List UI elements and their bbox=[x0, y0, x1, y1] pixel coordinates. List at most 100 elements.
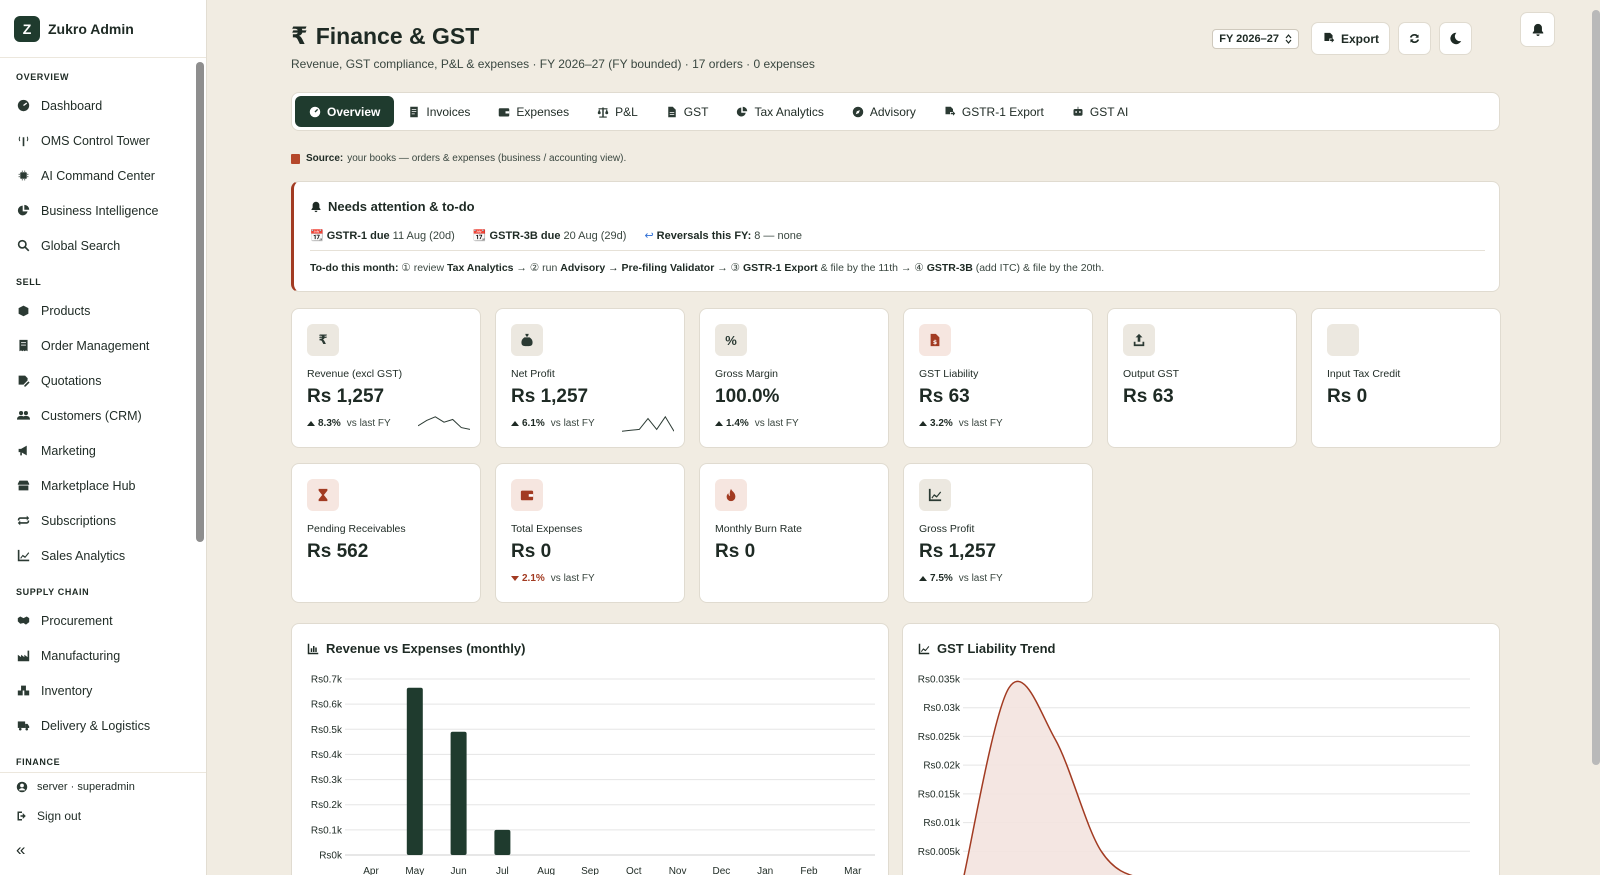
kpi-card-gst-liability[interactable]: $ GST Liability Rs 63 3.2% vs last FY bbox=[903, 308, 1093, 448]
kpi-trend-value: 7.5% bbox=[930, 573, 953, 584]
tab-overview[interactable]: Overview bbox=[295, 96, 395, 127]
nav-section-title: OVERVIEW bbox=[16, 72, 70, 82]
sidebar-item-marketing[interactable]: Marketing bbox=[0, 433, 196, 468]
kpi-trend: 2.1% vs last FY bbox=[511, 573, 595, 584]
refresh-button[interactable] bbox=[1398, 22, 1431, 55]
sidebar-item-products[interactable]: Products bbox=[0, 293, 196, 328]
kpi-value: Rs 0 bbox=[715, 541, 756, 562]
chart-title-text: GST Liability Trend bbox=[937, 641, 1056, 656]
factory-icon bbox=[17, 650, 29, 662]
nav-section-title: SELL bbox=[16, 277, 42, 287]
kpi-card-gross-profit[interactable]: Gross Profit Rs 1,257 7.5% vs last FY bbox=[903, 463, 1093, 603]
tab-tax-analytics[interactable]: Tax Analytics bbox=[722, 96, 837, 127]
svg-text:$: $ bbox=[933, 339, 937, 346]
bar[interactable] bbox=[450, 731, 467, 855]
kpi-trend: 1.4% vs last FY bbox=[715, 418, 799, 429]
x-tick-label: Sep bbox=[581, 866, 599, 875]
y-tick-label: Rs0.6k bbox=[311, 700, 343, 711]
tab-expenses[interactable]: Expenses bbox=[484, 96, 583, 127]
store-icon bbox=[16, 479, 30, 493]
kpi-trend-value: 3.2% bbox=[930, 418, 953, 429]
sign-out-button[interactable]: Sign out bbox=[0, 805, 206, 827]
trend-up-icon bbox=[919, 421, 927, 426]
kpi-card-input-tax-credit[interactable]: Input Tax Credit Rs 0 bbox=[1311, 308, 1501, 448]
sidebar-item-order-management[interactable]: Order Management bbox=[0, 328, 196, 363]
kpi-value: Rs 1,257 bbox=[307, 386, 385, 407]
sidebar-item-manufacturing[interactable]: Manufacturing bbox=[0, 638, 196, 673]
sidebar-item-quotations[interactable]: Quotations bbox=[0, 363, 196, 398]
tab-label: GST AI bbox=[1089, 104, 1129, 119]
brand[interactable]: Z Zukro Admin bbox=[0, 0, 206, 58]
kpi-label: Total Expenses bbox=[511, 523, 583, 535]
trend-down-icon bbox=[511, 576, 519, 581]
sidebar-item-sales-analytics[interactable]: Sales Analytics bbox=[0, 538, 196, 573]
scale-icon bbox=[597, 107, 609, 118]
kpi-trend-value: 1.4% bbox=[726, 418, 749, 429]
tab-label: GSTR-1 Export bbox=[961, 104, 1044, 119]
sidebar-item-inventory[interactable]: Inventory bbox=[0, 673, 196, 708]
boxes-icon bbox=[17, 685, 29, 696]
quote-icon bbox=[18, 375, 30, 387]
sidebar-item-dashboard[interactable]: Dashboard bbox=[0, 88, 196, 123]
area-fill bbox=[964, 681, 1131, 875]
kpi-value: Rs 0 bbox=[511, 541, 552, 562]
tab-gstr-1-export[interactable]: GSTR-1 Export bbox=[930, 96, 1058, 127]
tab-gst[interactable]: GST bbox=[652, 96, 723, 127]
kpi-trend-value: 2.1% bbox=[522, 573, 545, 584]
brand-logo: Z bbox=[14, 15, 40, 42]
kpi-card-net-profit[interactable]: Net Profit Rs 1,257 6.1% vs last FY bbox=[495, 308, 685, 448]
tower-icon bbox=[18, 136, 28, 147]
sidebar-item-subscriptions[interactable]: Subscriptions bbox=[0, 503, 196, 538]
kpi-trend-pct: 2.1% bbox=[511, 573, 545, 584]
fy-select[interactable]: FY 2026–27 bbox=[1212, 28, 1299, 49]
money-bag-icon bbox=[511, 324, 543, 356]
quote-icon bbox=[16, 374, 30, 388]
export-button[interactable]: Export bbox=[1311, 22, 1390, 55]
kpi-icon-placeholder bbox=[1327, 324, 1359, 356]
user-info: server · superadmin bbox=[0, 776, 206, 798]
x-tick-label: Dec bbox=[713, 866, 731, 875]
dashboard-icon bbox=[17, 99, 29, 112]
sidebar-item-business-intelligence[interactable]: Business Intelligence bbox=[0, 193, 196, 228]
collapse-sidebar-button[interactable]: « bbox=[0, 839, 206, 861]
bar-chart-icon bbox=[307, 643, 319, 654]
sidebar-item-customers-crm[interactable]: Customers (CRM) bbox=[0, 398, 196, 433]
sidebar-item-label: Marketplace Hub bbox=[41, 478, 136, 493]
sidebar-item-procurement[interactable]: Procurement bbox=[0, 603, 196, 638]
sidebar-scrollbar[interactable] bbox=[196, 60, 204, 772]
tab-advisory[interactable]: Advisory bbox=[838, 96, 930, 127]
kpi-label: Net Profit bbox=[511, 368, 555, 380]
kpi-card-gross-margin[interactable]: % Gross Margin 100.0% 1.4% vs last FY bbox=[699, 308, 889, 448]
sidebar-item-global-search[interactable]: Global Search bbox=[0, 228, 196, 263]
tab-label: Expenses bbox=[516, 104, 570, 119]
dark-mode-toggle[interactable] bbox=[1439, 22, 1472, 55]
main-scrollbar[interactable] bbox=[1592, 10, 1600, 765]
notifications-button[interactable] bbox=[1520, 12, 1555, 47]
tab-p-l[interactable]: P&L bbox=[583, 96, 652, 127]
kpi-card-pending-receivables[interactable]: Pending Receivables Rs 562 bbox=[291, 463, 481, 603]
sidebar-item-marketplace-hub[interactable]: Marketplace Hub bbox=[0, 468, 196, 503]
sidebar-item-ai-command-center[interactable]: AI Command Center bbox=[0, 158, 196, 193]
tab-gst-ai[interactable]: GST AI bbox=[1058, 96, 1142, 127]
kpi-card-monthly-burn-rate[interactable]: Monthly Burn Rate Rs 0 bbox=[699, 463, 889, 603]
kpi-card-output-gst[interactable]: Output GST Rs 63 bbox=[1107, 308, 1297, 448]
sidebar: Z Zukro Admin OVERVIEW Dashboard OMS Contr… bbox=[0, 0, 207, 875]
kpi-value: 100.0% bbox=[715, 386, 780, 407]
y-tick-label: Rs0.015k bbox=[918, 789, 961, 800]
kpi-card-total-expenses[interactable]: Total Expenses Rs 0 2.1% vs last FY bbox=[495, 463, 685, 603]
chart-line-icon bbox=[16, 549, 30, 563]
gstr1-due-label: GSTR-1 due bbox=[326, 229, 390, 242]
hourglass-icon bbox=[318, 488, 328, 502]
sidebar-scroll-thumb[interactable] bbox=[196, 62, 204, 542]
bar[interactable] bbox=[406, 687, 423, 855]
tab-invoices[interactable]: Invoices bbox=[394, 96, 484, 127]
sidebar-item-delivery-logistics[interactable]: Delivery & Logistics bbox=[0, 708, 196, 743]
todo-step: GSTR-1 Export bbox=[742, 262, 818, 274]
kpi-card-revenue-excl-gst[interactable]: ₹ Revenue (excl GST) Rs 1,257 8.3% vs last F… bbox=[291, 308, 481, 448]
sidebar-item-oms-control-tower[interactable]: OMS Control Tower bbox=[0, 123, 196, 158]
reversals: ↩ Reversals this FY: 8 — none bbox=[644, 229, 801, 243]
gst-liability-chart: Rs0.005k Rs0.01k Rs0.015k Rs0.02k Rs0.025k Rs… bbox=[918, 675, 1470, 875]
bar[interactable] bbox=[494, 829, 511, 855]
sidebar-item-label: Delivery & Logistics bbox=[41, 718, 151, 733]
revenue-expenses-chart: Rs0k Rs0.1k Rs0.2k Rs0.3k Rs0.4k Rs0.5k Rs0.6k… bbox=[311, 675, 875, 875]
